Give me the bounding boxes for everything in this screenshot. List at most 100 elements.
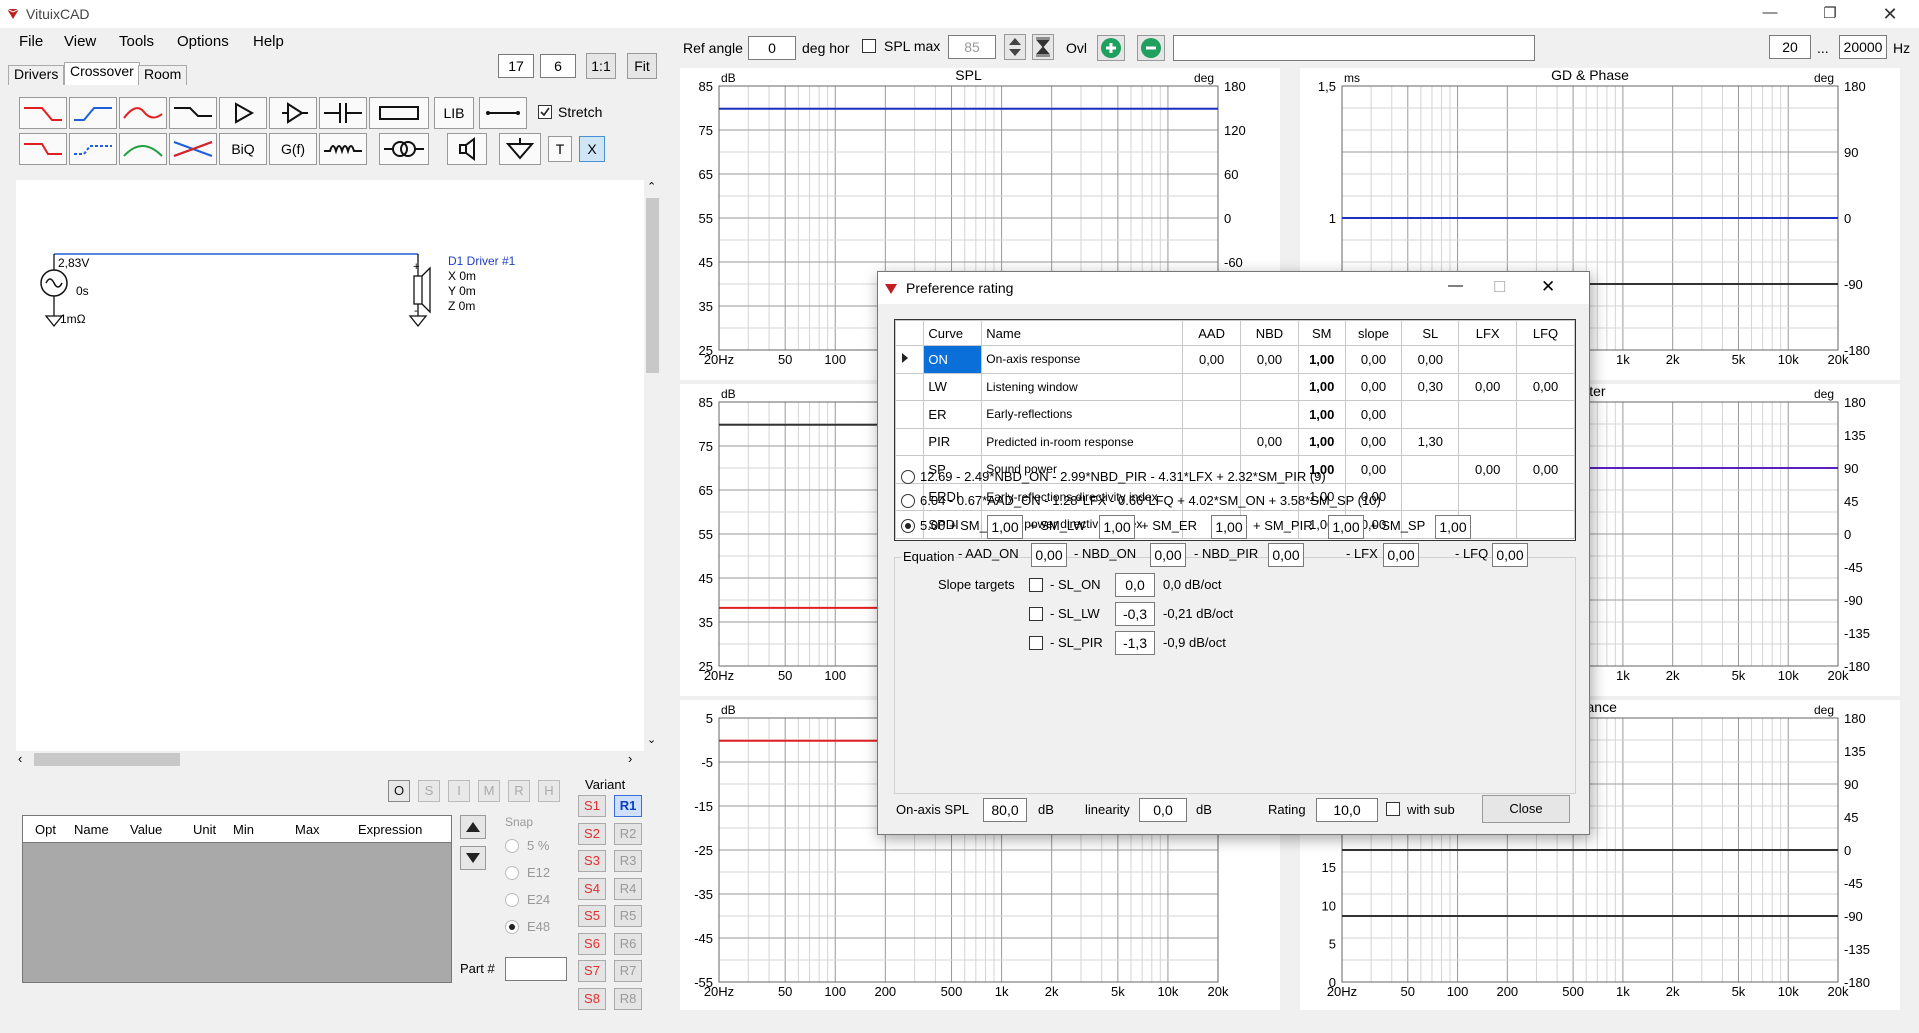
aad-on-weight-field[interactable]: 0,00	[1031, 543, 1067, 567]
wire-icon[interactable]	[479, 97, 527, 129]
speaker-icon[interactable]	[447, 133, 487, 165]
variant-r6-button[interactable]: R6	[614, 932, 642, 955]
x-button[interactable]: X	[579, 136, 605, 162]
lib-button[interactable]: LIB	[434, 97, 474, 129]
freq-high-field[interactable]: 20000	[1839, 35, 1887, 59]
linearity-field[interactable]: 0,0	[1139, 798, 1187, 822]
lfq-weight-field[interactable]: 0,00	[1492, 543, 1528, 567]
variant-r1-button[interactable]: R1	[614, 795, 642, 817]
equation-1-radio[interactable]	[901, 470, 915, 484]
variant-s7-button[interactable]: S7	[578, 960, 606, 982]
bandpass-2-icon[interactable]	[119, 133, 167, 165]
variant-s5-button[interactable]: S5	[578, 905, 606, 927]
spl-max-checkbox[interactable]	[862, 39, 876, 53]
opt-i-button[interactable]: I	[448, 780, 470, 802]
rating-row[interactable]: ON On-axis response 0,00 0,00 1,00 0,00 0,00	[894, 345, 1575, 374]
menu-help[interactable]: Help	[253, 33, 284, 50]
variant-r4-button[interactable]: R4	[614, 877, 642, 900]
variant-r2-button[interactable]: R2	[614, 822, 642, 845]
sl-on-field[interactable]: 0,0	[1115, 573, 1155, 597]
capacitor-icon[interactable]	[319, 97, 367, 129]
close-button[interactable]: Close	[1482, 795, 1570, 823]
spl-max-field[interactable]: 85	[948, 35, 996, 59]
hscroll-thumb[interactable]	[34, 753, 180, 766]
nbd-pir-weight-field[interactable]: 0,00	[1268, 543, 1304, 567]
equation-2-radio[interactable]	[901, 494, 915, 508]
minimize-button[interactable]: —	[1755, 4, 1785, 24]
menu-file[interactable]: File	[19, 33, 43, 50]
resistor-icon[interactable]	[369, 97, 429, 129]
amplifier-icon[interactable]	[269, 97, 317, 129]
dialog-maximize-button[interactable]: ☐	[1493, 278, 1506, 296]
transformer-icon[interactable]	[379, 133, 429, 165]
rating-row[interactable]: PIR Predicted in-room response 0,00 1,00 0,0…	[894, 427, 1575, 456]
spl-max-button[interactable]	[1032, 34, 1054, 60]
variant-s8-button[interactable]: S8	[578, 987, 606, 1010]
zoom-y-field[interactable]: 6	[540, 54, 576, 78]
tab-drivers[interactable]: Drivers	[8, 65, 65, 85]
variant-s6-button[interactable]: S6	[578, 932, 606, 955]
opt-h-button[interactable]: H	[538, 780, 560, 802]
rating-row[interactable]: ER Early-reflections 1,00 0,00	[894, 400, 1575, 429]
zoom-x-field[interactable]: 17	[498, 54, 534, 78]
highpass-1-icon[interactable]	[69, 97, 117, 129]
overlay-field[interactable]	[1173, 35, 1535, 61]
text-button[interactable]: T	[548, 136, 572, 162]
bandpass-1-icon[interactable]	[119, 97, 167, 129]
tab-room[interactable]: Room	[138, 65, 188, 85]
schematic-vscroll[interactable]: ⌃ ⌄	[644, 180, 661, 751]
lowpass-2-icon[interactable]	[19, 133, 67, 165]
sm-pir-weight-field[interactable]: 1,00	[1328, 515, 1364, 539]
add-overlay-button[interactable]	[1097, 35, 1125, 61]
nbd-on-weight-field[interactable]: 0,00	[1150, 543, 1186, 567]
with-sub-checkbox[interactable]	[1386, 802, 1400, 816]
sm-on-weight-field[interactable]: 1,00	[987, 515, 1023, 539]
opt-s-button[interactable]: S	[418, 780, 440, 802]
scroll-down-icon[interactable]: ⌄	[647, 733, 656, 746]
sl-pir-field[interactable]: -1,3	[1115, 631, 1155, 655]
biq-button[interactable]: BiQ	[219, 133, 267, 165]
part-number-field[interactable]	[505, 957, 567, 981]
sl-on-checkbox[interactable]	[1029, 578, 1043, 592]
equation-2-label[interactable]: 6.04 - 0.67*AAD_ON - 1.28*LFX - 0.66*LFQ…	[920, 493, 1381, 508]
variant-r3-button[interactable]: R3	[614, 850, 642, 872]
menu-view[interactable]: View	[64, 33, 96, 50]
equation-3-radio[interactable]	[901, 519, 915, 533]
snap-e12-radio[interactable]	[505, 866, 519, 880]
sl-pir-checkbox[interactable]	[1029, 636, 1043, 650]
ground-icon[interactable]	[499, 133, 541, 165]
variant-s2-button[interactable]: S2	[578, 822, 606, 845]
variant-s3-button[interactable]: S3	[578, 850, 606, 872]
variant-s4-button[interactable]: S4	[578, 877, 606, 900]
vscroll-thumb[interactable]	[646, 198, 659, 373]
schematic-hscroll[interactable]: ‹ ›	[16, 751, 644, 768]
scroll-left-icon[interactable]: ‹	[18, 751, 22, 766]
move-up-button[interactable]	[460, 815, 486, 839]
scroll-up-icon[interactable]: ⌃	[647, 180, 656, 193]
restore-button[interactable]: ❐	[1815, 4, 1845, 24]
variant-s1-button[interactable]: S1	[578, 795, 606, 817]
menu-options[interactable]: Options	[177, 33, 229, 50]
dialog-minimize-button[interactable]: —	[1448, 277, 1463, 294]
move-down-button[interactable]	[460, 846, 486, 870]
tab-crossover[interactable]: Crossover	[64, 62, 140, 85]
spl-updown-button[interactable]	[1004, 34, 1026, 60]
dialog-close-icon[interactable]: ✕	[1541, 277, 1555, 297]
sm-er-weight-field[interactable]: 1,00	[1211, 515, 1247, 539]
sm-lw-weight-field[interactable]: 1,00	[1099, 515, 1135, 539]
opt-o-button[interactable]: O	[388, 780, 410, 802]
snap-e48-radio[interactable]	[505, 920, 519, 934]
close-window-button[interactable]: ✕	[1875, 4, 1905, 24]
stretch-checkbox[interactable]	[538, 105, 552, 119]
remove-overlay-button[interactable]	[1137, 35, 1165, 61]
rating-row[interactable]: LW Listening window 1,00 0,00 0,30 0,00 0,00	[894, 372, 1575, 401]
opt-r-button[interactable]: R	[508, 780, 530, 802]
opt-m-button[interactable]: M	[478, 780, 500, 802]
lfx-weight-field[interactable]: 0,00	[1383, 543, 1419, 567]
sm-sp-weight-field[interactable]: 1,00	[1435, 515, 1471, 539]
inductor-icon[interactable]	[319, 133, 367, 165]
gf-button[interactable]: G(f)	[269, 133, 317, 165]
ref-angle-field[interactable]: 0	[748, 36, 796, 60]
shelf-icon[interactable]	[169, 97, 217, 129]
highpass-2-icon[interactable]	[69, 133, 117, 165]
